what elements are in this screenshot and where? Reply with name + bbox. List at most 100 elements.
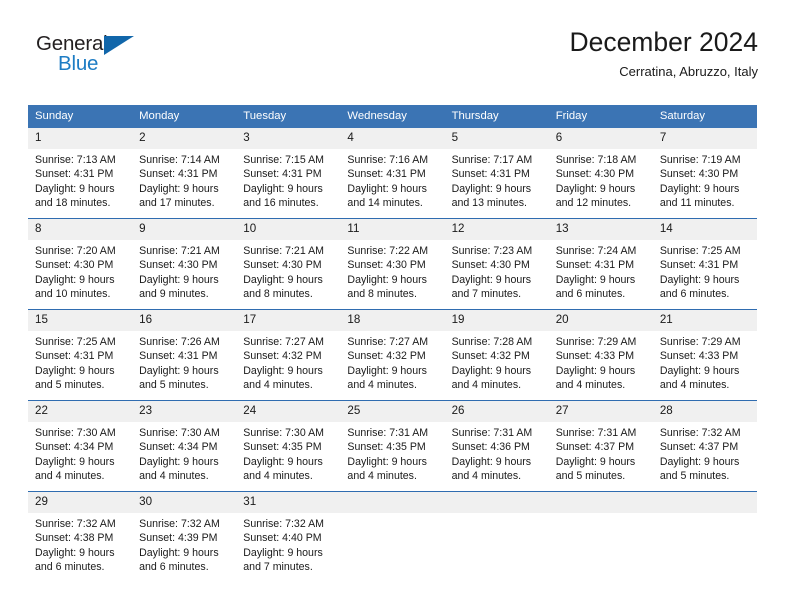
- daylight-line-2: and 4 minutes.: [555, 379, 626, 392]
- day-number: 12: [444, 219, 549, 240]
- day-cell-empty: [340, 492, 445, 582]
- day-cell[interactable]: 2 Sunrise: 7:14 AM Sunset: 4:31 PM Dayli…: [132, 128, 237, 218]
- sunrise-line: Sunrise: 7:32 AM: [139, 518, 220, 530]
- day-cell[interactable]: 1 Sunrise: 7:13 AM Sunset: 4:31 PM Dayli…: [28, 128, 133, 218]
- daylight-line-2: and 7 minutes.: [451, 288, 522, 301]
- sunset-line: Sunset: 4:38 PM: [35, 532, 114, 545]
- day-cell[interactable]: 8 Sunrise: 7:20 AM Sunset: 4:30 PM Dayli…: [28, 219, 133, 309]
- sunset-line: Sunset: 4:32 PM: [347, 350, 426, 363]
- daylight-line-2: and 7 minutes.: [243, 561, 313, 574]
- sunrise-line: Sunrise: 7:29 AM: [659, 336, 741, 348]
- day-details: Sunrise: 7:25 AM Sunset: 4:31 PM Dayligh…: [28, 331, 132, 400]
- daylight-line-1: Daylight: 9 hours: [451, 273, 532, 286]
- daylight-line-2: and 18 minutes.: [35, 197, 111, 210]
- day-cell[interactable]: 19 Sunrise: 7:28 AM Sunset: 4:32 PM Dayl…: [444, 310, 549, 400]
- sunrise-line: Sunrise: 7:29 AM: [555, 336, 637, 348]
- day-cell[interactable]: 12 Sunrise: 7:23 AM Sunset: 4:30 PM Dayl…: [444, 219, 549, 309]
- day-details: Sunrise: 7:26 AM Sunset: 4:31 PM Dayligh…: [132, 331, 236, 400]
- sunrise-line: Sunrise: 7:20 AM: [35, 245, 116, 257]
- sunset-line: Sunset: 4:32 PM: [243, 350, 322, 363]
- day-cell[interactable]: 6 Sunrise: 7:18 AM Sunset: 4:30 PM Dayli…: [548, 128, 653, 218]
- day-cell[interactable]: 17 Sunrise: 7:27 AM Sunset: 4:32 PM Dayl…: [236, 310, 341, 400]
- daylight-line-2: and 5 minutes.: [659, 470, 730, 483]
- daylight-line-2: and 4 minutes.: [243, 379, 313, 392]
- day-number: 21: [652, 310, 757, 331]
- sunrise-line: Sunrise: 7:23 AM: [451, 245, 533, 257]
- daylight-line-1: Daylight: 9 hours: [139, 273, 219, 286]
- sunset-line: Sunset: 4:33 PM: [555, 350, 635, 363]
- day-cell[interactable]: 29 Sunrise: 7:32 AM Sunset: 4:38 PM Dayl…: [28, 492, 133, 582]
- day-details: Sunrise: 7:29 AM Sunset: 4:33 PM Dayligh…: [549, 331, 653, 400]
- day-cell[interactable]: 20 Sunrise: 7:29 AM Sunset: 4:33 PM Dayl…: [548, 310, 653, 400]
- day-cell[interactable]: 25 Sunrise: 7:31 AM Sunset: 4:35 PM Dayl…: [340, 401, 445, 491]
- daylight-line-2: and 8 minutes.: [243, 288, 313, 301]
- day-cell[interactable]: 22 Sunrise: 7:30 AM Sunset: 4:34 PM Dayl…: [28, 401, 133, 491]
- sunset-line: Sunset: 4:30 PM: [139, 259, 218, 272]
- day-number: 14: [652, 219, 757, 240]
- day-cell[interactable]: 26 Sunrise: 7:31 AM Sunset: 4:36 PM Dayl…: [444, 401, 549, 491]
- daylight-line-1: Daylight: 9 hours: [659, 364, 740, 377]
- daylight-line-1: Daylight: 9 hours: [139, 364, 219, 377]
- daylight-line-2: and 6 minutes.: [139, 561, 209, 574]
- day-number: 3: [236, 128, 341, 149]
- calendar-page: General Blue December 2024 Cerratina, Ab…: [0, 0, 792, 612]
- day-cell[interactable]: 13 Sunrise: 7:24 AM Sunset: 4:31 PM Dayl…: [548, 219, 653, 309]
- daylight-line-1: Daylight: 9 hours: [451, 182, 532, 195]
- day-details: Sunrise: 7:32 AM Sunset: 4:37 PM Dayligh…: [653, 422, 757, 491]
- day-details: Sunrise: 7:24 AM Sunset: 4:31 PM Dayligh…: [549, 240, 653, 309]
- day-cell[interactable]: 30 Sunrise: 7:32 AM Sunset: 4:39 PM Dayl…: [132, 492, 237, 582]
- sunrise-line: Sunrise: 7:15 AM: [243, 154, 324, 166]
- day-number: 17: [236, 310, 341, 331]
- day-number: 8: [28, 219, 133, 240]
- day-details: Sunrise: 7:28 AM Sunset: 4:32 PM Dayligh…: [445, 331, 549, 400]
- day-number: 10: [236, 219, 341, 240]
- daylight-line-2: and 4 minutes.: [35, 470, 105, 483]
- daylight-line-1: Daylight: 9 hours: [139, 546, 219, 559]
- day-details: Sunrise: 7:18 AM Sunset: 4:30 PM Dayligh…: [549, 149, 653, 218]
- day-cell[interactable]: 16 Sunrise: 7:26 AM Sunset: 4:31 PM Dayl…: [132, 310, 237, 400]
- daylight-line-1: Daylight: 9 hours: [347, 364, 427, 377]
- sunrise-line: Sunrise: 7:25 AM: [35, 336, 116, 348]
- daylight-line-1: Daylight: 9 hours: [35, 182, 115, 195]
- day-cell[interactable]: 14 Sunrise: 7:25 AM Sunset: 4:31 PM Dayl…: [652, 219, 757, 309]
- day-number: 18: [340, 310, 445, 331]
- day-cell[interactable]: 23 Sunrise: 7:30 AM Sunset: 4:34 PM Dayl…: [132, 401, 237, 491]
- sunrise-line: Sunrise: 7:17 AM: [451, 154, 533, 166]
- sunset-line: Sunset: 4:31 PM: [139, 168, 218, 181]
- day-cell[interactable]: 4 Sunrise: 7:16 AM Sunset: 4:31 PM Dayli…: [340, 128, 445, 218]
- day-cell[interactable]: 11 Sunrise: 7:22 AM Sunset: 4:30 PM Dayl…: [340, 219, 445, 309]
- day-cell[interactable]: 5 Sunrise: 7:17 AM Sunset: 4:31 PM Dayli…: [444, 128, 549, 218]
- logo-triangle-icon: [104, 36, 134, 55]
- page-title: December 2024: [569, 27, 758, 57]
- weekday-header-thursday: Thursday: [451, 110, 499, 122]
- day-cell[interactable]: 27 Sunrise: 7:31 AM Sunset: 4:37 PM Dayl…: [548, 401, 653, 491]
- general-blue-logo[interactable]: General Blue: [36, 32, 146, 84]
- weekday-header-monday: Monday: [139, 110, 180, 122]
- sunrise-line: Sunrise: 7:30 AM: [35, 427, 116, 439]
- week-row: 15 Sunrise: 7:25 AM Sunset: 4:31 PM Dayl…: [28, 309, 757, 400]
- day-details: Sunrise: 7:23 AM Sunset: 4:30 PM Dayligh…: [445, 240, 549, 309]
- daylight-line-1: Daylight: 9 hours: [243, 273, 323, 286]
- sunset-line: Sunset: 4:30 PM: [555, 168, 635, 181]
- day-number: [652, 492, 757, 513]
- day-cell[interactable]: 15 Sunrise: 7:25 AM Sunset: 4:31 PM Dayl…: [28, 310, 133, 400]
- day-cell[interactable]: 18 Sunrise: 7:27 AM Sunset: 4:32 PM Dayl…: [340, 310, 445, 400]
- day-cell[interactable]: 28 Sunrise: 7:32 AM Sunset: 4:37 PM Dayl…: [652, 401, 757, 491]
- day-cell[interactable]: 9 Sunrise: 7:21 AM Sunset: 4:30 PM Dayli…: [132, 219, 237, 309]
- sunset-line: Sunset: 4:35 PM: [347, 441, 426, 454]
- day-number: 13: [548, 219, 653, 240]
- day-cell[interactable]: 3 Sunrise: 7:15 AM Sunset: 4:31 PM Dayli…: [236, 128, 341, 218]
- sunset-line: Sunset: 4:31 PM: [243, 168, 322, 181]
- day-cell-empty: [652, 492, 757, 582]
- sunset-line: Sunset: 4:31 PM: [555, 259, 635, 272]
- sunrise-line: Sunrise: 7:30 AM: [139, 427, 220, 439]
- day-details: Sunrise: 7:31 AM Sunset: 4:37 PM Dayligh…: [549, 422, 653, 491]
- day-cell[interactable]: 24 Sunrise: 7:30 AM Sunset: 4:35 PM Dayl…: [236, 401, 341, 491]
- day-cell[interactable]: 21 Sunrise: 7:29 AM Sunset: 4:33 PM Dayl…: [652, 310, 757, 400]
- day-cell[interactable]: 7 Sunrise: 7:19 AM Sunset: 4:30 PM Dayli…: [652, 128, 757, 218]
- day-cell[interactable]: 31 Sunrise: 7:32 AM Sunset: 4:40 PM Dayl…: [236, 492, 341, 582]
- day-number: 31: [236, 492, 341, 513]
- sunset-line: Sunset: 4:31 PM: [35, 350, 114, 363]
- weekday-header-row: Sunday Monday Tuesday Wednesday Thursday…: [28, 105, 757, 128]
- day-cell[interactable]: 10 Sunrise: 7:21 AM Sunset: 4:30 PM Dayl…: [236, 219, 341, 309]
